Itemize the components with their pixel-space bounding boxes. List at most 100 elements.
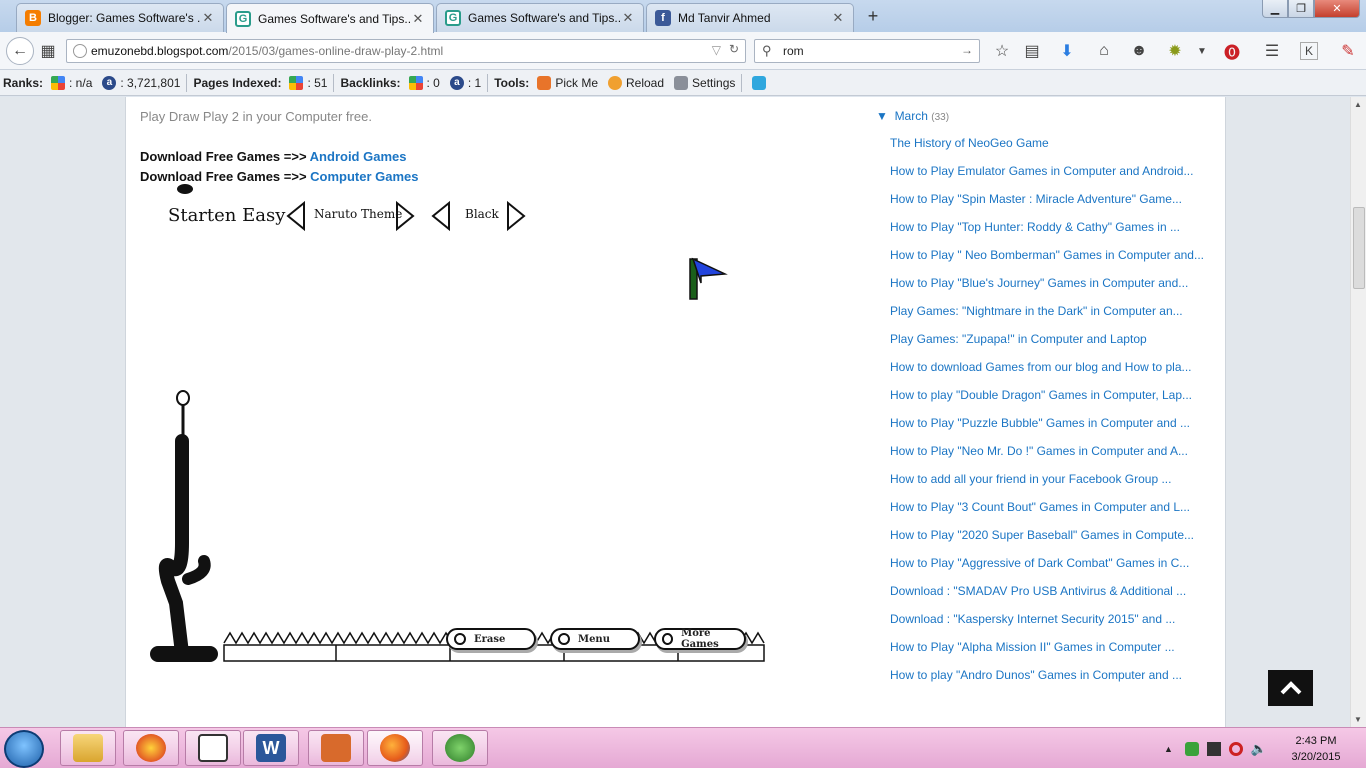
- archive-post-link[interactable]: How to Play "Puzzle Bubble" Games in Com…: [890, 411, 1206, 435]
- clock-time: 2:43 PM: [1295, 735, 1337, 747]
- archive-post-link[interactable]: How to Play "Alpha Mission II" Games in …: [890, 635, 1206, 659]
- taskbar-idm[interactable]: [432, 730, 488, 766]
- close-window-button[interactable]: ✕: [1314, 0, 1360, 18]
- archive-post-link[interactable]: How to Play "Spin Master : Miracle Adven…: [890, 187, 1206, 211]
- archive-post-link[interactable]: How to Play "3 Count Bout" Games in Comp…: [890, 495, 1206, 519]
- tab-title: Blogger: Games Software's ...: [48, 11, 201, 25]
- close-icon[interactable]: ✕: [831, 10, 845, 26]
- theme-option[interactable]: Naruto Theme: [314, 207, 402, 221]
- menu-circle-icon: [558, 633, 570, 645]
- archive-post-link[interactable]: How to Play Emulator Games in Computer a…: [890, 159, 1206, 183]
- erase-label: Erase: [474, 633, 506, 645]
- drawn-arm: [182, 555, 211, 585]
- computer-games-link[interactable]: Computer Games: [310, 169, 418, 184]
- blog-content: Play Draw Play 2 in your Computer free. …: [125, 97, 1226, 727]
- menu-icon[interactable]: ☰: [1260, 39, 1284, 63]
- more-games-button[interactable]: More Games: [654, 628, 746, 650]
- tab-blogger[interactable]: B Blogger: Games Software's ... ✕: [16, 3, 224, 32]
- taskbar-firefox[interactable]: [367, 730, 423, 766]
- start-button[interactable]: [4, 730, 44, 768]
- taskbar-word[interactable]: W: [243, 730, 299, 766]
- erase-button[interactable]: Erase: [446, 628, 536, 650]
- collapse-triangle-icon[interactable]: ▼: [876, 109, 888, 123]
- library-icon[interactable]: ▦: [36, 39, 60, 63]
- theme-prev-arrow: [286, 200, 305, 232]
- archive-post-link[interactable]: How to Play "Blue's Journey" Games in Co…: [890, 271, 1206, 295]
- tab-facebook[interactable]: f Md Tanvir Ahmed ✕: [646, 3, 854, 32]
- close-icon[interactable]: ✕: [411, 11, 425, 27]
- reload-button[interactable]: Reload: [626, 76, 664, 90]
- vertical-scrollbar[interactable]: ▲ ▼: [1350, 97, 1366, 727]
- pickme-button[interactable]: Pick Me: [555, 76, 598, 90]
- settings-button[interactable]: Settings: [692, 76, 735, 90]
- tab-games-active[interactable]: G Games Software's and Tips... ✕: [226, 3, 434, 33]
- chat-icon[interactable]: ☻: [1127, 39, 1151, 63]
- pages-indexed-label: Pages Indexed:: [193, 75, 282, 90]
- tray-record-icon[interactable]: [1228, 741, 1243, 756]
- pinterest-icon[interactable]: ⓿: [1220, 39, 1244, 63]
- addon-dropdown-icon[interactable]: ▼: [1190, 39, 1214, 63]
- k-addon-icon[interactable]: K: [1300, 42, 1318, 60]
- tab-strip: B Blogger: Games Software's ... ✕ G Game…: [0, 0, 1366, 33]
- archive-post-link[interactable]: How to add all your friend in your Faceb…: [890, 467, 1206, 491]
- archive-post-link[interactable]: The History of NeoGeo Game: [890, 131, 1206, 155]
- archive-post-link[interactable]: Download : "SMADAV Pro USB Antivirus & A…: [890, 579, 1206, 603]
- volume-icon[interactable]: 🔈: [1251, 741, 1267, 757]
- search-icon: ⚲: [762, 43, 772, 58]
- search-input[interactable]: rom: [783, 44, 804, 58]
- close-icon[interactable]: ✕: [201, 10, 215, 26]
- archive-post-link[interactable]: How to play "Andro Dunos" Games in Compu…: [890, 663, 1206, 687]
- tab-games-2[interactable]: G Games Software's and Tips... ✕: [436, 3, 644, 32]
- minimize-button[interactable]: ▁: [1262, 0, 1288, 18]
- archive-post-link[interactable]: How to Play "Aggressive of Dark Combat" …: [890, 551, 1206, 575]
- dropdown-icon[interactable]: ▽: [712, 43, 721, 57]
- taskbar-clock[interactable]: 2:43 PM 3/20/2015: [1276, 733, 1356, 765]
- bookmarks-menu-icon[interactable]: ▤: [1020, 39, 1044, 63]
- color-option[interactable]: Black: [465, 207, 499, 221]
- back-button[interactable]: ←: [6, 37, 34, 65]
- search-bar[interactable]: ⚲ rom →: [754, 39, 980, 63]
- scroll-to-top-button[interactable]: [1268, 670, 1313, 706]
- maximize-button[interactable]: ❐: [1288, 0, 1314, 18]
- home-icon[interactable]: ⌂: [1092, 39, 1116, 63]
- archive-post-link[interactable]: How to Play " Neo Bomberman" Games in Co…: [890, 243, 1206, 267]
- taskbar-explorer[interactable]: [60, 730, 116, 766]
- scroll-up-arrow-icon[interactable]: ▲: [1354, 100, 1362, 109]
- close-icon[interactable]: ✕: [621, 10, 635, 26]
- alexa-icon: a: [449, 75, 464, 90]
- twitter-icon[interactable]: [752, 75, 767, 90]
- archive-post-link[interactable]: Play Games: "Nightmare in the Dark" in C…: [890, 299, 1206, 323]
- taskbar-avro[interactable]: [308, 730, 364, 766]
- draw-play-game[interactable]: Starten Easy Naruto Theme Black Erase Me…: [138, 183, 768, 673]
- bookmark-star-icon[interactable]: ☆: [990, 39, 1014, 63]
- tray-expand-icon[interactable]: ▲: [1164, 744, 1173, 754]
- tray-monitor-icon[interactable]: [1206, 741, 1221, 756]
- tab-title: Md Tanvir Ahmed: [678, 11, 771, 25]
- reload-icon[interactable]: ↻: [729, 42, 739, 56]
- google-icon: [51, 75, 66, 90]
- archive-post-link[interactable]: Download : "Kaspersky Internet Security …: [890, 607, 1206, 631]
- android-games-link[interactable]: Android Games: [310, 149, 407, 164]
- url-bar[interactable]: emuzonebd.blogspot.com/2015/03/games-onl…: [66, 39, 746, 63]
- archive-post-link[interactable]: How to play "Double Dragon" Games in Com…: [890, 383, 1206, 407]
- archive-month[interactable]: ▼ March (33): [876, 109, 1206, 123]
- archive-post-link[interactable]: How to Play "Top Hunter: Roddy & Cathy" …: [890, 215, 1206, 239]
- archive-post-link[interactable]: How to download Games from our blog and …: [890, 355, 1206, 379]
- archive-post-link[interactable]: How to Play "2020 Super Baseball" Games …: [890, 523, 1206, 547]
- download-icon[interactable]: ⬇: [1055, 39, 1079, 63]
- ink-dot: [177, 184, 193, 194]
- addon-gear-icon[interactable]: ✹: [1163, 39, 1187, 63]
- download-prefix: Download Free Games =>>: [140, 149, 310, 164]
- archive-post-link[interactable]: Play Games: "Zupapa!" in Computer and La…: [890, 327, 1206, 351]
- scroll-down-arrow-icon[interactable]: ▼: [1354, 715, 1362, 724]
- taskbar-neoragex[interactable]: [123, 730, 179, 766]
- menu-button[interactable]: Menu: [550, 628, 640, 650]
- search-go-icon[interactable]: →: [961, 43, 973, 57]
- scrollbar-thumb[interactable]: [1353, 207, 1365, 289]
- new-tab-button[interactable]: +: [864, 6, 882, 27]
- archive-post-link[interactable]: How to Play "Neo Mr. Do !" Games in Comp…: [890, 439, 1206, 463]
- separator: [487, 73, 489, 92]
- tray-security-icon[interactable]: [1184, 741, 1199, 756]
- extension-icon[interactable]: ✎: [1336, 39, 1360, 63]
- taskbar-reader[interactable]: [185, 730, 241, 766]
